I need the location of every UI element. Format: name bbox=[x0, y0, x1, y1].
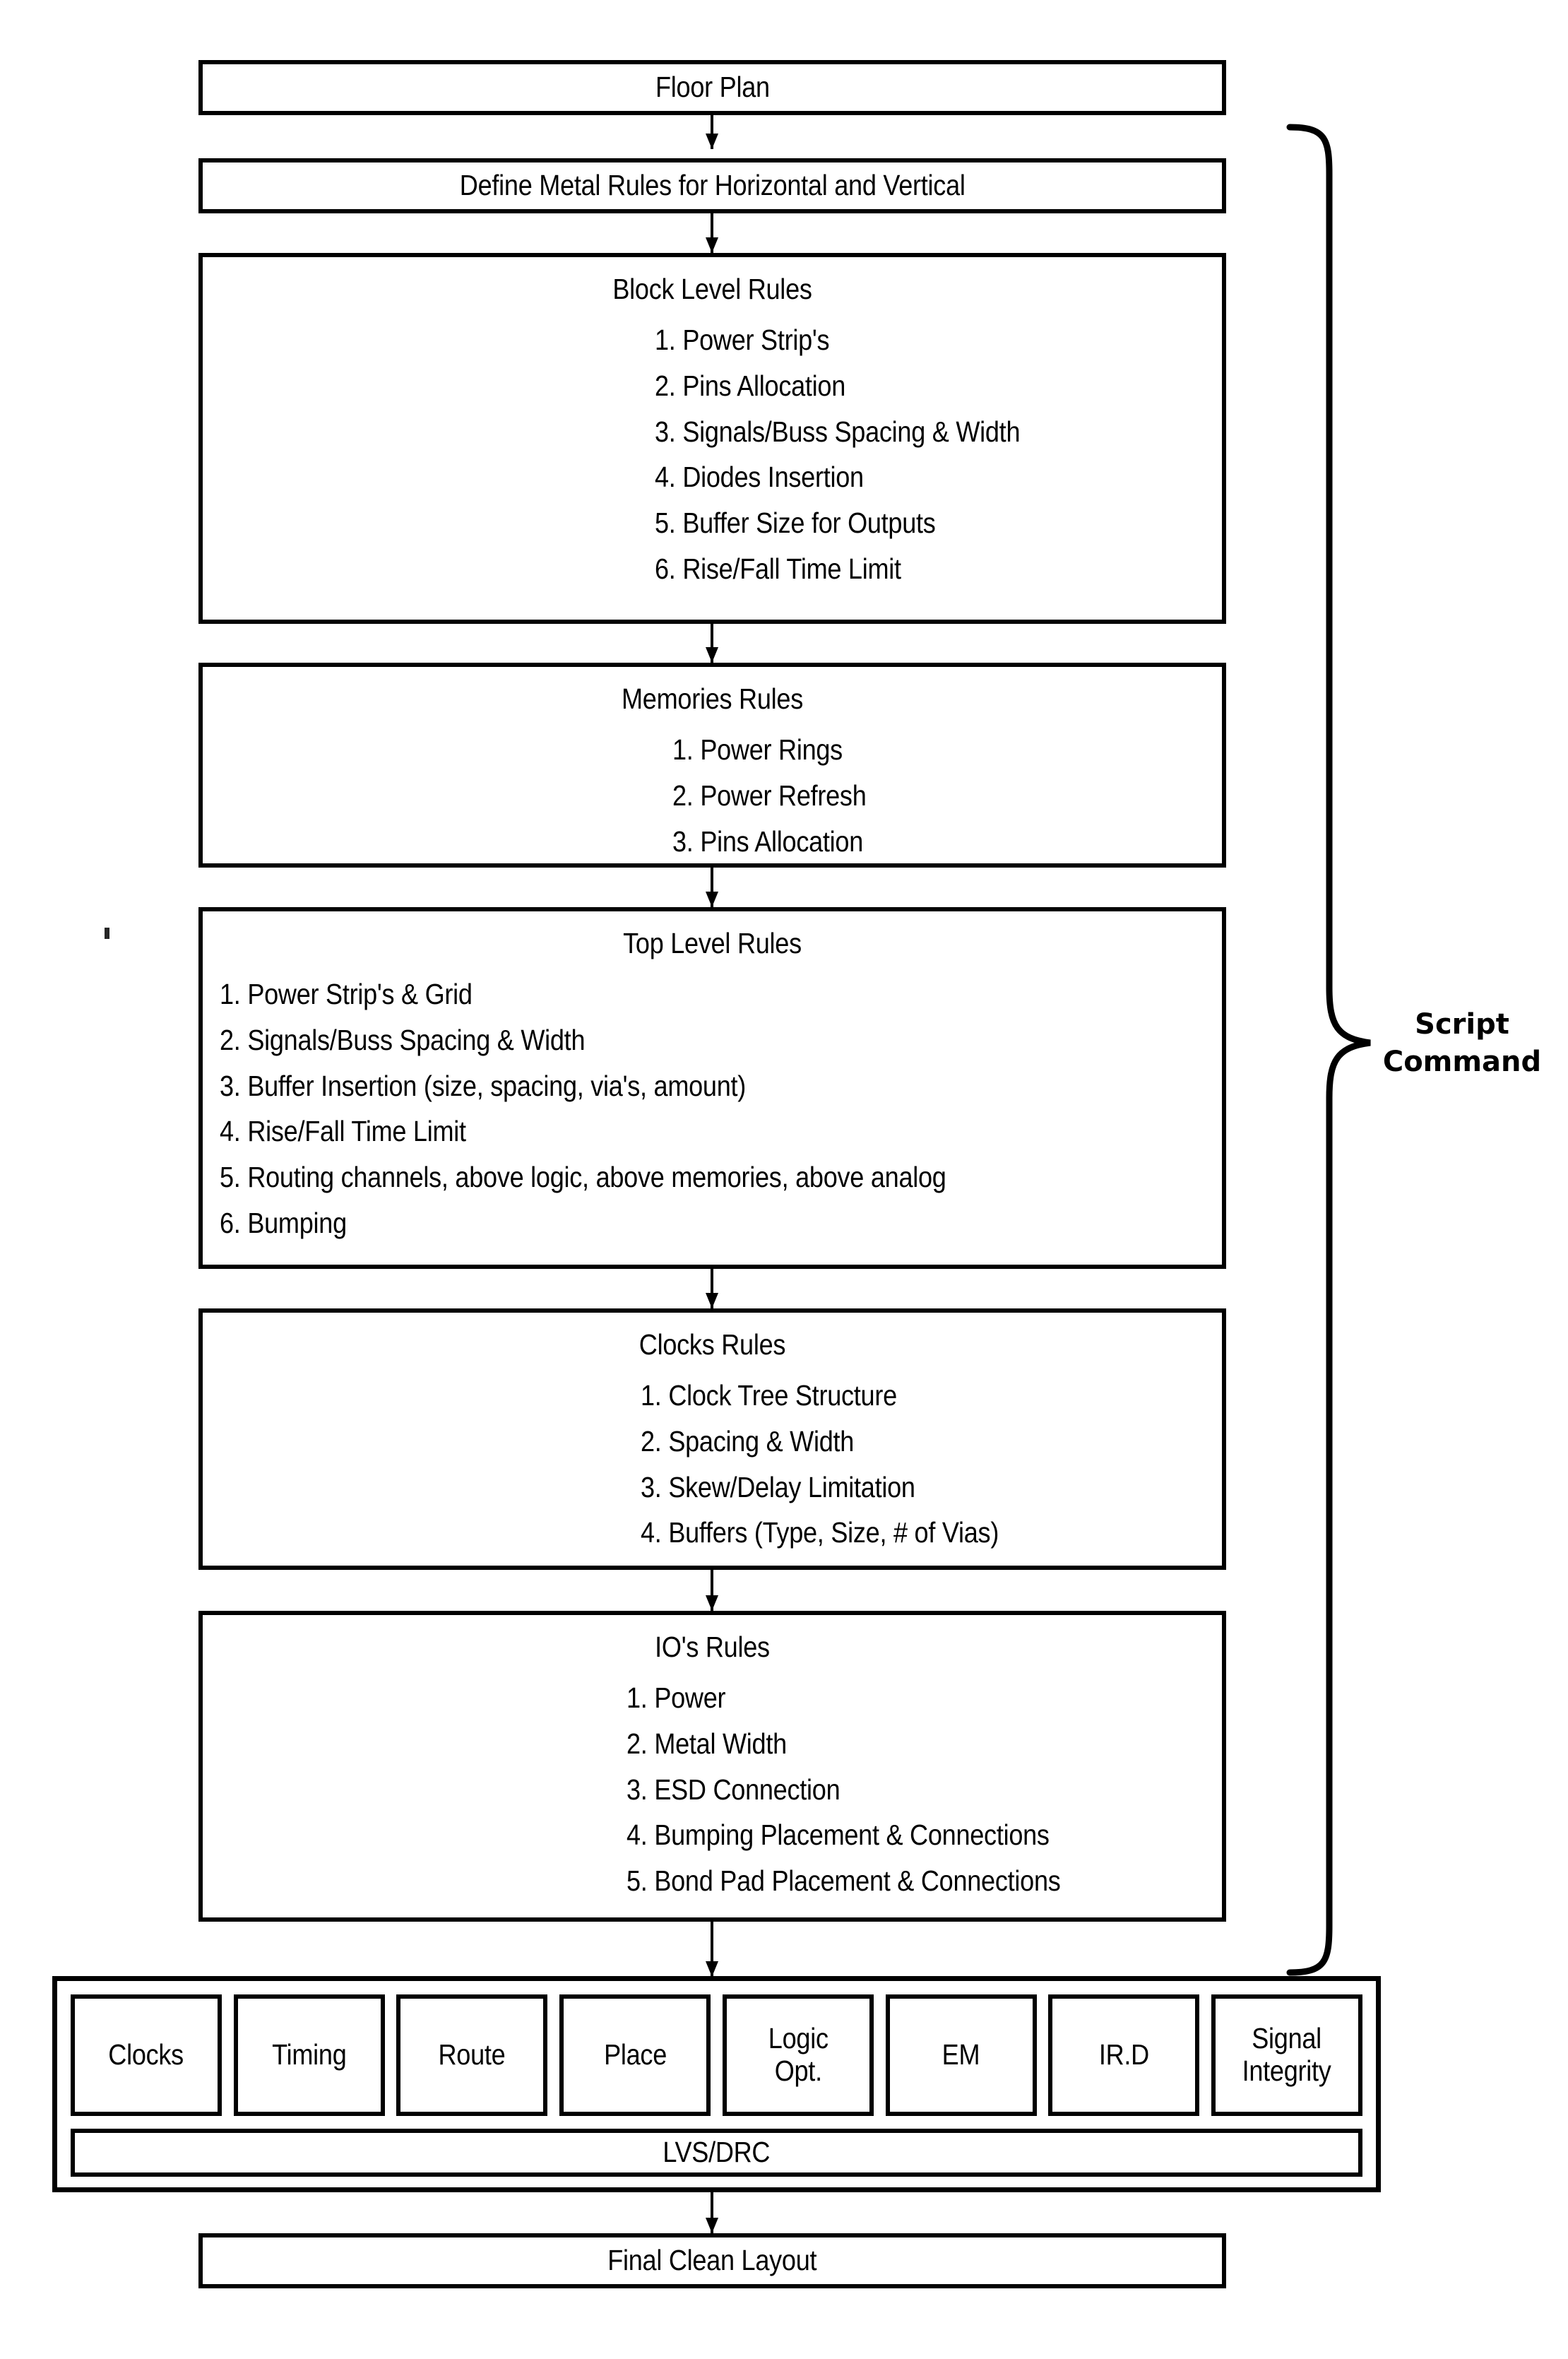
final-clean-layout-label: Final Clean Layout bbox=[607, 2244, 817, 2277]
list-item: 5. Buffer Size for Outputs bbox=[655, 507, 936, 540]
list-item: 3. Signals/Buss Spacing & Width bbox=[655, 415, 1021, 448]
tool-label: Clocks bbox=[108, 2038, 184, 2071]
tool-label: Logic Opt. bbox=[768, 2022, 828, 2087]
ios-rules-list: 1. Power 2. Metal Width 3. ESD Connectio… bbox=[203, 1675, 1222, 1904]
tool-label: EM bbox=[942, 2038, 980, 2071]
list-item: 3. ESD Connection bbox=[626, 1773, 841, 1806]
node-define-metal-rules: Define Metal Rules for Horizontal and Ve… bbox=[198, 158, 1226, 213]
memories-rules-title: Memories Rules bbox=[622, 682, 803, 715]
list-item: 4. Bumping Placement & Connections bbox=[626, 1819, 1050, 1852]
node-clocks-rules: Clocks Rules 1. Clock Tree Structure 2. … bbox=[198, 1308, 1226, 1570]
tools-row: Clocks Timing Route Place Logic Opt. EM I… bbox=[71, 1994, 1362, 2116]
list-item: 1. Power Rings bbox=[672, 733, 843, 767]
list-item: 6. Bumping bbox=[220, 1206, 347, 1239]
block-level-rules-list: 1. Power Strip's 2. Pins Allocation 3. S… bbox=[203, 317, 1222, 592]
script-command-label: Script Command bbox=[1382, 1008, 1542, 1078]
node-lvs-drc: LVS/DRC bbox=[71, 2129, 1362, 2177]
floor-plan-label: Floor Plan bbox=[655, 71, 770, 104]
node-memories-rules: Memories Rules 1. Power Rings 2. Power R… bbox=[198, 663, 1226, 868]
list-item: 1. Clock Tree Structure bbox=[641, 1379, 897, 1412]
list-item: 1. Power bbox=[626, 1681, 726, 1715]
list-item: 2. Spacing & Width bbox=[641, 1424, 855, 1458]
list-item: 1. Power Strip's & Grid bbox=[220, 978, 473, 1011]
clocks-rules-title: Clocks Rules bbox=[639, 1328, 786, 1361]
list-item: 5. Bond Pad Placement & Connections bbox=[626, 1864, 1061, 1898]
list-item: 1. Power Strip's bbox=[655, 324, 830, 357]
tool-clocks[interactable]: Clocks bbox=[71, 1994, 222, 2116]
list-item: 3. Skew/Delay Limitation bbox=[641, 1470, 915, 1503]
tool-route[interactable]: Route bbox=[396, 1994, 548, 2116]
tool-label: Place bbox=[603, 2038, 667, 2071]
define-metal-rules-label: Define Metal Rules for Horizontal and Ve… bbox=[459, 169, 966, 202]
list-item: 3. Buffer Insertion (size, spacing, via'… bbox=[220, 1069, 747, 1102]
tool-logic-opt[interactable]: Logic Opt. bbox=[722, 1994, 874, 2116]
clocks-rules-list: 1. Clock Tree Structure 2. Spacing & Wid… bbox=[203, 1373, 1222, 1556]
list-item: 5. Routing channels, above logic, above … bbox=[220, 1161, 946, 1194]
top-level-rules-title: Top Level Rules bbox=[623, 927, 802, 959]
scan-speck bbox=[105, 928, 109, 939]
flowchart-canvas: Floor Plan Define Metal Rules for Horizo… bbox=[0, 0, 1568, 2359]
node-top-level-rules: Top Level Rules 1. Power Strip's & Grid … bbox=[198, 907, 1226, 1269]
tool-label: IR.D bbox=[1098, 2038, 1149, 2071]
tool-signal-integrity[interactable]: Signal Integrity bbox=[1211, 1994, 1362, 2116]
list-item: 3. Pins Allocation bbox=[672, 824, 864, 858]
tool-label: Route bbox=[438, 2038, 506, 2071]
list-item: 6. Rise/Fall Time Limit bbox=[655, 552, 901, 585]
tool-label: Timing bbox=[272, 2038, 347, 2071]
top-level-rules-list: 1. Power Strip's & Grid 2. Signals/Buss … bbox=[203, 971, 1222, 1246]
tool-ir-d[interactable]: IR.D bbox=[1048, 1994, 1200, 2116]
list-item: 2. Power Refresh bbox=[672, 779, 867, 812]
list-item: 4. Diodes Insertion bbox=[655, 461, 864, 494]
list-item: 4. Rise/Fall Time Limit bbox=[220, 1115, 466, 1148]
node-ios-rules: IO's Rules 1. Power 2. Metal Width 3. ES… bbox=[198, 1611, 1226, 1922]
ios-rules-title: IO's Rules bbox=[655, 1631, 770, 1663]
list-item: 2. Signals/Buss Spacing & Width bbox=[220, 1023, 586, 1056]
node-final-clean-layout: Final Clean Layout bbox=[198, 2233, 1226, 2288]
tool-em[interactable]: EM bbox=[885, 1994, 1037, 2116]
list-item: 2. Metal Width bbox=[626, 1727, 787, 1760]
node-block-level-rules: Block Level Rules 1. Power Strip's 2. Pi… bbox=[198, 253, 1226, 624]
list-item: 2. Pins Allocation bbox=[655, 369, 846, 402]
list-item: 4. Buffers (Type, Size, # of Vias) bbox=[641, 1516, 999, 1549]
tool-label: Signal Integrity bbox=[1242, 2022, 1331, 2087]
tool-timing[interactable]: Timing bbox=[233, 1994, 385, 2116]
block-level-rules-title: Block Level Rules bbox=[612, 273, 812, 305]
tool-place[interactable]: Place bbox=[559, 1994, 711, 2116]
node-floor-plan: Floor Plan bbox=[198, 60, 1226, 115]
lvs-drc-label: LVS/DRC bbox=[663, 2136, 771, 2169]
memories-rules-list: 1. Power Rings 2. Power Refresh 3. Pins … bbox=[203, 727, 1222, 864]
